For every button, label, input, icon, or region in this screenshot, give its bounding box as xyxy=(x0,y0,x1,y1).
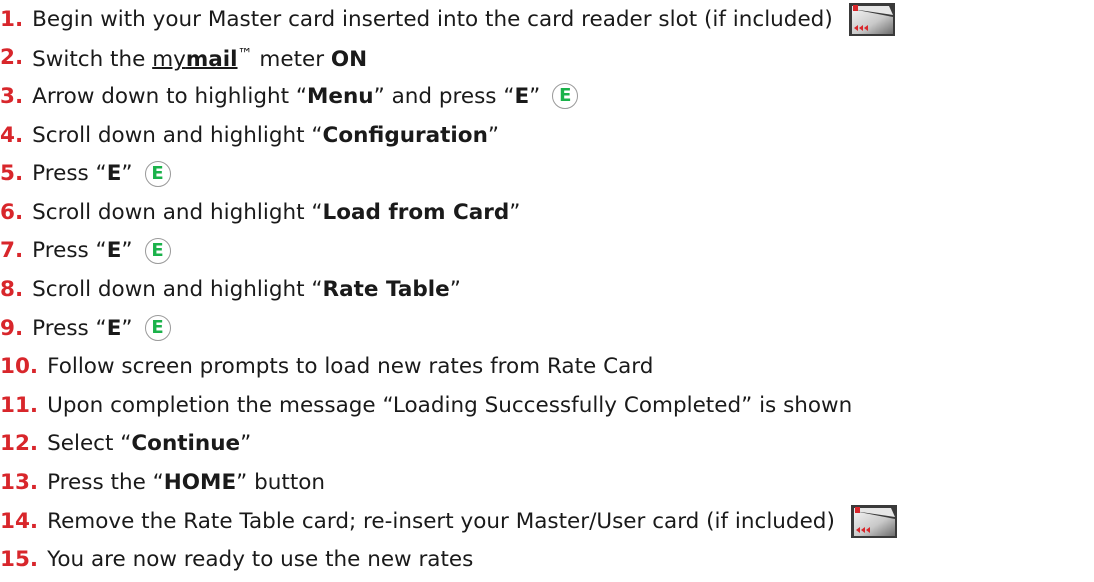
step-number: 1. xyxy=(0,6,24,32)
step-text-segment: mail xyxy=(185,46,238,72)
step-text-segment: my xyxy=(152,46,186,72)
step-number: 7. xyxy=(0,238,24,264)
step-number: 13. xyxy=(0,469,39,495)
step-item: 5. Press “E” E xyxy=(0,154,1094,193)
step-text-segment: ” and press “ xyxy=(373,83,515,109)
step-text-segment: Arrow down to highlight “ xyxy=(32,83,308,109)
e-button-icon: E xyxy=(144,315,171,342)
step-text-segment: ” xyxy=(240,431,252,457)
step-text: Press “E” xyxy=(32,316,132,341)
step-text: Press “E” xyxy=(32,238,132,263)
step-number: 9. xyxy=(0,315,24,341)
step-item: 1. Begin with your Master card inserted i… xyxy=(0,0,1094,39)
e-button-icon: E xyxy=(144,237,171,264)
step-item: 15. You are now ready to use the new rate… xyxy=(0,540,1094,579)
step-number: 15. xyxy=(0,547,39,573)
step-text-segment: You are now ready to use the new rates xyxy=(47,547,474,573)
card-icon xyxy=(850,504,897,538)
step-text: Press the “HOME” button xyxy=(47,470,325,495)
step-number: 4. xyxy=(0,122,24,148)
step-text-segment: meter xyxy=(252,46,331,72)
step-text-segment: HOME xyxy=(163,469,237,495)
step-item: 9. Press “E” E xyxy=(0,309,1094,348)
e-button-label: E xyxy=(151,162,164,184)
step-item: 11. Upon completion the message “Loading … xyxy=(0,386,1094,425)
card-icon xyxy=(848,2,895,36)
step-text-segment: ” xyxy=(487,122,500,148)
step-text: Press “E” xyxy=(32,161,132,186)
step-text-segment: Menu xyxy=(307,83,374,109)
step-item: 12. Select “Continue” xyxy=(0,425,1094,464)
step-text-segment: Press “ xyxy=(32,315,107,341)
step-text: Switch the mymail™ meter ON xyxy=(32,45,367,72)
step-item: 8. Scroll down and highlight “Rate Table” xyxy=(0,270,1094,309)
step-text-segment: ” xyxy=(121,238,133,264)
step-text-segment: Load from Card xyxy=(322,199,510,225)
step-text-segment: Rate Table xyxy=(322,276,450,302)
step-text: Upon completion the message “Loading Suc… xyxy=(47,393,852,418)
step-text-segment: E xyxy=(106,315,122,341)
step-item: 4. Scroll down and highlight “Configurati… xyxy=(0,116,1094,155)
step-number: 11. xyxy=(0,392,39,418)
e-button-icon: E xyxy=(552,83,579,110)
step-number: 8. xyxy=(0,276,24,302)
step-text-segment: E xyxy=(106,161,122,187)
step-text-segment: E xyxy=(106,238,122,264)
e-button-label: E xyxy=(151,239,164,261)
step-text-segment: Scroll down and highlight “ xyxy=(32,122,323,148)
step-item: 6. Scroll down and highlight “Load from C… xyxy=(0,193,1094,232)
step-text: You are now ready to use the new rates xyxy=(47,547,473,572)
step-text: Scroll down and highlight “Rate Table” xyxy=(32,277,461,302)
step-text-segment: Press the “ xyxy=(47,469,164,495)
step-number: 6. xyxy=(0,199,24,225)
step-text: Remove the Rate Table card; re-insert yo… xyxy=(47,509,835,534)
step-text: Begin with your Master card inserted int… xyxy=(32,7,833,32)
step-text-segment: E xyxy=(514,83,530,109)
step-text-segment: ” button xyxy=(236,469,326,495)
step-text-segment: Follow screen prompts to load new rates … xyxy=(47,354,654,380)
step-text-segment: ON xyxy=(330,46,368,72)
step-item: 14. Remove the Rate Table card; re-insert… xyxy=(0,502,1094,541)
step-text-segment: Press “ xyxy=(32,161,107,187)
step-number: 5. xyxy=(0,161,24,187)
step-number: 2. xyxy=(0,45,24,71)
step-number: 12. xyxy=(0,431,39,457)
step-text-segment: Press “ xyxy=(32,238,107,264)
instruction-steps: 1. Begin with your Master card inserted i… xyxy=(0,0,1094,579)
step-text-segment: ” xyxy=(121,161,133,187)
step-item: 7. Press “E” E xyxy=(0,232,1094,271)
step-text-segment: Continue xyxy=(131,431,241,457)
step-text-segment: Remove the Rate Table card; re-insert yo… xyxy=(47,508,835,534)
step-item: 2. Switch the mymail™ meter ON xyxy=(0,39,1094,78)
e-button-icon: E xyxy=(144,160,171,187)
step-number: 3. xyxy=(0,83,24,109)
step-item: 3. Arrow down to highlight “Menu” and pre… xyxy=(0,77,1094,116)
step-text-segment: Upon completion the message “Loading Suc… xyxy=(47,392,853,418)
step-text-segment: Scroll down and highlight “ xyxy=(32,199,323,225)
step-text-segment: ” xyxy=(121,315,133,341)
step-text-segment: ™ xyxy=(237,44,253,63)
step-text-segment: Select “ xyxy=(47,431,132,457)
step-text-segment: ” xyxy=(509,199,521,225)
step-number: 14. xyxy=(0,508,39,534)
e-button-label: E xyxy=(151,317,164,339)
e-button-label: E xyxy=(559,85,572,107)
step-text: Scroll down and highlight “Load from Car… xyxy=(32,200,520,225)
step-text-segment: Configuration xyxy=(322,122,488,148)
step-text-segment: ” xyxy=(449,276,461,302)
step-text-segment: ” xyxy=(529,83,541,109)
step-number: 10. xyxy=(0,354,39,380)
step-text: Follow screen prompts to load new rates … xyxy=(47,354,653,379)
step-text-segment: Begin with your Master card inserted int… xyxy=(32,6,833,32)
step-item: 10. Follow screen prompts to load new rat… xyxy=(0,347,1094,386)
step-item: 13. Press the “HOME” button xyxy=(0,463,1094,502)
step-text-segment: Switch the xyxy=(32,46,153,72)
step-text-segment: Scroll down and highlight “ xyxy=(32,276,323,302)
step-text: Arrow down to highlight “Menu” and press… xyxy=(32,84,540,109)
step-text: Select “Continue” xyxy=(47,431,251,456)
step-text: Scroll down and highlight “Configuration… xyxy=(32,123,499,148)
